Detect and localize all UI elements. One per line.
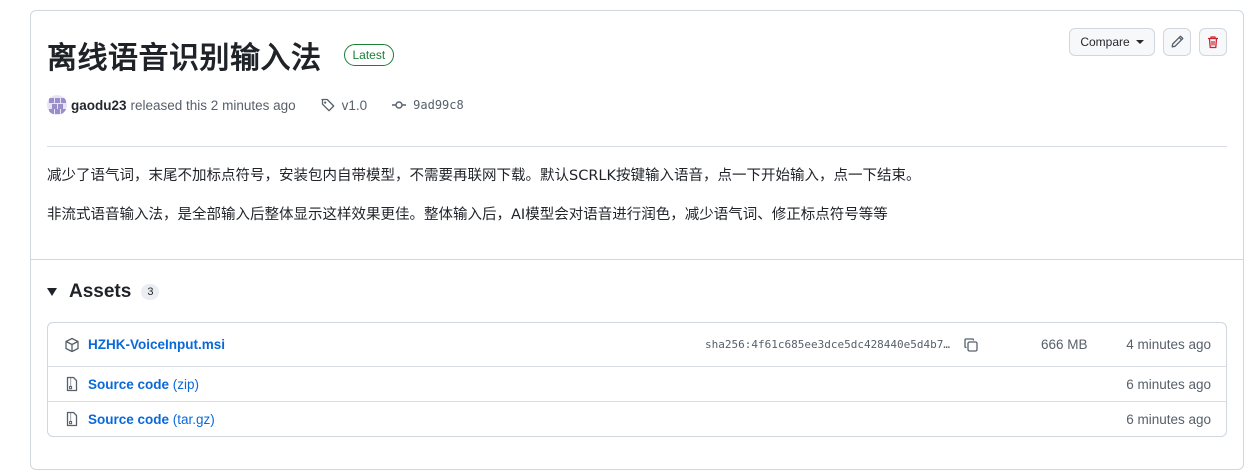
- copy-icon[interactable]: [963, 337, 979, 353]
- tag-link[interactable]: v1.0: [320, 97, 368, 113]
- git-commit-icon: [392, 101, 407, 109]
- file-zip-icon: [66, 411, 78, 427]
- assets-list: HZHK-VoiceInput.msi sha256:4f61c685ee3dc…: [47, 322, 1227, 437]
- assets-toggle[interactable]: Assets 3: [47, 281, 160, 303]
- asset-time: 6 minutes ago: [1126, 411, 1211, 427]
- file-zip-icon: [66, 376, 78, 392]
- release-meta: gaodu23 released this 2 minutes ago v1.0…: [47, 95, 464, 115]
- asset-link[interactable]: Source code (tar.gz): [88, 412, 215, 427]
- asset-sha: sha256:4f61c685ee3dce5dc428440e5d4b7…: [705, 338, 951, 351]
- author-link[interactable]: gaodu23: [71, 98, 127, 113]
- asset-time: 4 minutes ago: [1126, 337, 1211, 352]
- assets-title: Assets: [69, 281, 132, 302]
- compare-button[interactable]: Compare: [1069, 28, 1155, 56]
- avatar[interactable]: [47, 95, 67, 115]
- release-body: 减少了语气词，末尾不加标点符号，安装包内自带模型，不需要再联网下载。默认SCRL…: [47, 165, 921, 243]
- triangle-down-icon: [47, 288, 57, 296]
- description-paragraph: 减少了语气词，末尾不加标点符号，安装包内自带模型，不需要再联网下载。默认SCRL…: [47, 168, 921, 184]
- tag-icon: [320, 98, 334, 112]
- trash-icon: [1208, 36, 1218, 49]
- commit-sha: 9ad99c8: [413, 98, 464, 112]
- released-text: released this 2 minutes ago: [130, 97, 296, 113]
- latest-badge: Latest: [343, 44, 395, 66]
- divider: [47, 146, 1227, 147]
- compare-label: Compare: [1080, 35, 1130, 49]
- edit-button[interactable]: [1163, 28, 1191, 56]
- release-actions: Compare: [1069, 28, 1227, 56]
- asset-time: 6 minutes ago: [1126, 376, 1211, 392]
- release-card: 离线语音识别输入法 Latest Compare gaodu23 release…: [30, 10, 1244, 470]
- divider: [31, 259, 1243, 260]
- asset-row: Source code (tar.gz) 6 minutes ago: [48, 401, 1226, 436]
- assets-count: 3: [141, 284, 160, 300]
- pencil-icon: [1171, 35, 1184, 48]
- asset-row: Source code (zip) 6 minutes ago: [48, 366, 1226, 401]
- tag-label: v1.0: [341, 97, 368, 113]
- caret-down-icon: [1135, 40, 1144, 44]
- asset-size: 666 MB: [1041, 337, 1088, 352]
- release-title[interactable]: 离线语音识别输入法: [47, 33, 322, 77]
- asset-link[interactable]: Source code (zip): [88, 377, 199, 392]
- asset-link[interactable]: HZHK-VoiceInput.msi: [88, 337, 225, 352]
- package-icon: [65, 337, 79, 352]
- release-header: 离线语音识别输入法 Latest: [47, 33, 395, 77]
- commit-link[interactable]: 9ad99c8: [391, 97, 464, 113]
- delete-button[interactable]: [1199, 28, 1227, 56]
- description-paragraph: 非流式语音输入法，是全部输入后整体显示这样效果更佳。整体输入后，AI模型会对语音…: [47, 207, 888, 223]
- asset-row: HZHK-VoiceInput.msi sha256:4f61c685ee3dc…: [48, 323, 1226, 366]
